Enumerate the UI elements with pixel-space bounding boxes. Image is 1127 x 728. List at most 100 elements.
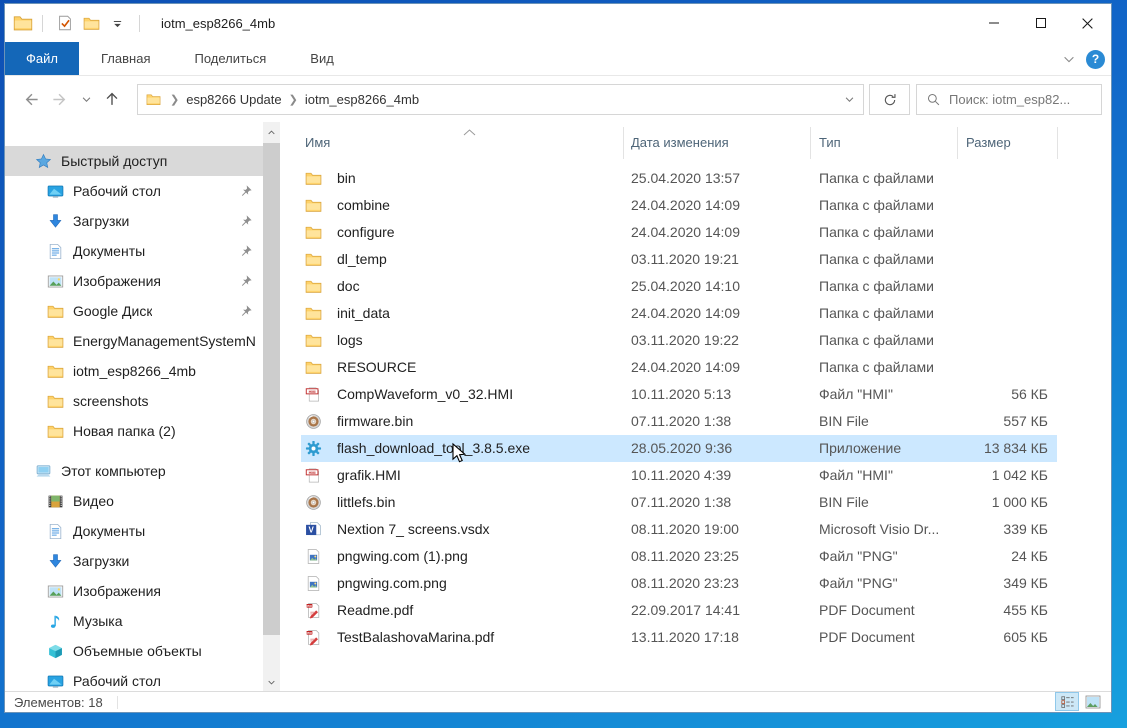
file-row[interactable]: littlefs.bin 07.11.2020 1:38 BIN File 1 … xyxy=(301,489,1057,516)
hmi-file-icon: HMI xyxy=(305,386,322,403)
qat-new-folder-button[interactable] xyxy=(78,10,104,36)
breadcrumb-segment[interactable]: iotm_esp8266_4mb xyxy=(305,92,419,107)
sidebar-item-документы[interactable]: Документы xyxy=(5,516,263,546)
sidebar-item-рабочий-стол[interactable]: Рабочий стол xyxy=(5,666,263,691)
sidebar-item-новая-папка-2-[interactable]: Новая папка (2) xyxy=(5,416,263,446)
svg-text:V: V xyxy=(309,526,315,535)
scrollbar-thumb[interactable] xyxy=(263,143,280,635)
folder-icon xyxy=(305,305,322,322)
forward-button[interactable] xyxy=(45,83,75,115)
column-divider[interactable] xyxy=(957,127,958,159)
tab-view[interactable]: Вид xyxy=(288,42,356,75)
address-bar[interactable]: ❯ esp8266 Update ❯ iotm_esp8266_4mb xyxy=(137,84,864,115)
help-button[interactable]: ? xyxy=(1086,50,1105,69)
up-button[interactable] xyxy=(97,83,127,115)
sidebar-item-быстрый-доступ[interactable]: Быстрый доступ xyxy=(5,146,263,176)
file-row[interactable]: PDF Readme.pdf 22.09.2017 14:41 PDF Docu… xyxy=(301,597,1057,624)
breadcrumb-segment[interactable]: esp8266 Update xyxy=(186,92,281,107)
file-date: 28.05.2020 9:36 xyxy=(631,440,811,456)
details-view-button[interactable] xyxy=(1055,692,1079,711)
sidebar-item-изображения[interactable]: Изображения xyxy=(5,576,263,606)
sidebar-item-label: Этот компьютер xyxy=(61,463,166,479)
expand-ribbon-button[interactable] xyxy=(1062,52,1076,66)
sidebar-item-iotm-esp8266-4mb[interactable]: iotm_esp8266_4mb xyxy=(5,356,263,386)
scroll-down-icon[interactable] xyxy=(263,674,280,691)
sidebar-item-документы[interactable]: Документы xyxy=(5,236,263,266)
file-type: Папка с файлами xyxy=(819,224,963,240)
sidebar-item-label: Документы xyxy=(73,523,145,539)
file-row[interactable]: HMI grafik.HMI 10.11.2020 4:39 Файл "HMI… xyxy=(301,462,1057,489)
column-divider[interactable] xyxy=(810,127,811,159)
tab-share[interactable]: Поделиться xyxy=(172,42,288,75)
file-row[interactable]: configure 24.04.2020 14:09 Папка с файла… xyxy=(301,219,1057,246)
column-header-type[interactable]: Тип xyxy=(819,135,841,150)
refresh-button[interactable] xyxy=(869,84,910,115)
file-row[interactable]: V Nextion 7_ screens.vsdx 08.11.2020 19:… xyxy=(301,516,1057,543)
scroll-up-icon[interactable] xyxy=(263,124,280,141)
file-row[interactable]: doc 25.04.2020 14:10 Папка с файлами xyxy=(301,273,1057,300)
sidebar-item-музыка[interactable]: Музыка xyxy=(5,606,263,636)
close-icon xyxy=(1081,17,1094,30)
sidebar-item-объемные-объекты[interactable]: Объемные объекты xyxy=(5,636,263,666)
qat-customize-dropdown[interactable] xyxy=(104,10,130,36)
file-row[interactable]: HMI CompWaveform_v0_32.HMI 10.11.2020 5:… xyxy=(301,381,1057,408)
tab-file[interactable]: Файл xyxy=(5,42,79,75)
sidebar-item-изображения[interactable]: Изображения xyxy=(5,266,263,296)
sidebar-item-этот-компьютер[interactable]: Этот компьютер xyxy=(5,456,263,486)
folder-icon xyxy=(305,359,322,376)
sidebar-item-label: Рабочий стол xyxy=(73,673,161,689)
column-divider[interactable] xyxy=(1057,127,1058,159)
gear-exe-icon xyxy=(305,440,322,457)
file-date: 03.11.2020 19:21 xyxy=(631,251,811,267)
file-name: Readme.pdf xyxy=(337,602,625,618)
folder-icon xyxy=(47,363,64,380)
close-button[interactable] xyxy=(1064,4,1111,42)
file-name: pngwing.com (1).png xyxy=(337,548,625,564)
file-row[interactable]: RESOURCE 24.04.2020 14:09 Папка с файлам… xyxy=(301,354,1057,381)
column-header-date[interactable]: Дата изменения xyxy=(631,135,729,150)
sidebar-item-label: Google Диск xyxy=(73,303,152,319)
disc-icon xyxy=(305,413,322,430)
file-type: Папка с файлами xyxy=(819,251,963,267)
file-row[interactable]: pngwing.com (1).png 08.11.2020 23:25 Фай… xyxy=(301,543,1057,570)
address-dropdown-button[interactable] xyxy=(835,94,863,105)
column-header-name[interactable]: Имя xyxy=(305,135,330,150)
file-row[interactable]: flash_download_tool_3.8.5.exe 28.05.2020… xyxy=(301,435,1057,462)
column-header-size[interactable]: Размер xyxy=(966,135,1011,150)
qat-properties-button[interactable] xyxy=(52,10,78,36)
file-row[interactable]: logs 03.11.2020 19:22 Папка с файлами xyxy=(301,327,1057,354)
sidebar-item-загрузки[interactable]: Загрузки xyxy=(5,206,263,236)
arrow-right-icon xyxy=(51,90,70,109)
file-row[interactable]: dl_temp 03.11.2020 19:21 Папка с файлами xyxy=(301,246,1057,273)
file-row[interactable]: combine 24.04.2020 14:09 Папка с файлами xyxy=(301,192,1057,219)
maximize-button[interactable] xyxy=(1017,4,1064,42)
back-button[interactable] xyxy=(15,83,45,115)
column-divider[interactable] xyxy=(623,127,624,159)
pictures-icon xyxy=(47,273,64,290)
sidebar-item-label: Объемные объекты xyxy=(73,643,202,659)
chevron-down-icon xyxy=(81,94,92,105)
window-folder-icon xyxy=(13,13,33,33)
recent-locations-dropdown[interactable] xyxy=(75,83,97,115)
file-row[interactable]: pngwing.com.png 08.11.2020 23:23 Файл "P… xyxy=(301,570,1057,597)
sidebar-item-рабочий-стол[interactable]: Рабочий стол xyxy=(5,176,263,206)
sidebar-item-label: screenshots xyxy=(73,393,148,409)
file-row[interactable]: firmware.bin 07.11.2020 1:38 BIN File 55… xyxy=(301,408,1057,435)
sidebar-item-видео[interactable]: Видео xyxy=(5,486,263,516)
sidebar-item-energymanagementsystemn[interactable]: EnergyManagementSystemN xyxy=(5,326,263,356)
file-size: 1 000 КБ xyxy=(921,494,1048,510)
file-row[interactable]: init_data 24.04.2020 14:09 Папка с файла… xyxy=(301,300,1057,327)
sidebar-scrollbar[interactable] xyxy=(263,122,280,691)
file-row[interactable]: bin 25.04.2020 13:57 Папка с файлами xyxy=(301,165,1057,192)
file-name: RESOURCE xyxy=(337,359,625,375)
tab-home[interactable]: Главная xyxy=(79,42,172,75)
sidebar-item-google-диск[interactable]: Google Диск xyxy=(5,296,263,326)
sidebar-item-label: Изображения xyxy=(73,583,161,599)
thumbnail-view-button[interactable] xyxy=(1081,692,1105,711)
search-box[interactable]: Поиск: iotm_esp82... xyxy=(916,84,1102,115)
minimize-button[interactable] xyxy=(970,4,1017,42)
sidebar-item-загрузки[interactable]: Загрузки xyxy=(5,546,263,576)
file-name: Nextion 7_ screens.vsdx xyxy=(337,521,625,537)
sidebar-item-screenshots[interactable]: screenshots xyxy=(5,386,263,416)
file-row[interactable]: PDF TestBalashovaMarina.pdf 13.11.2020 1… xyxy=(301,624,1057,651)
